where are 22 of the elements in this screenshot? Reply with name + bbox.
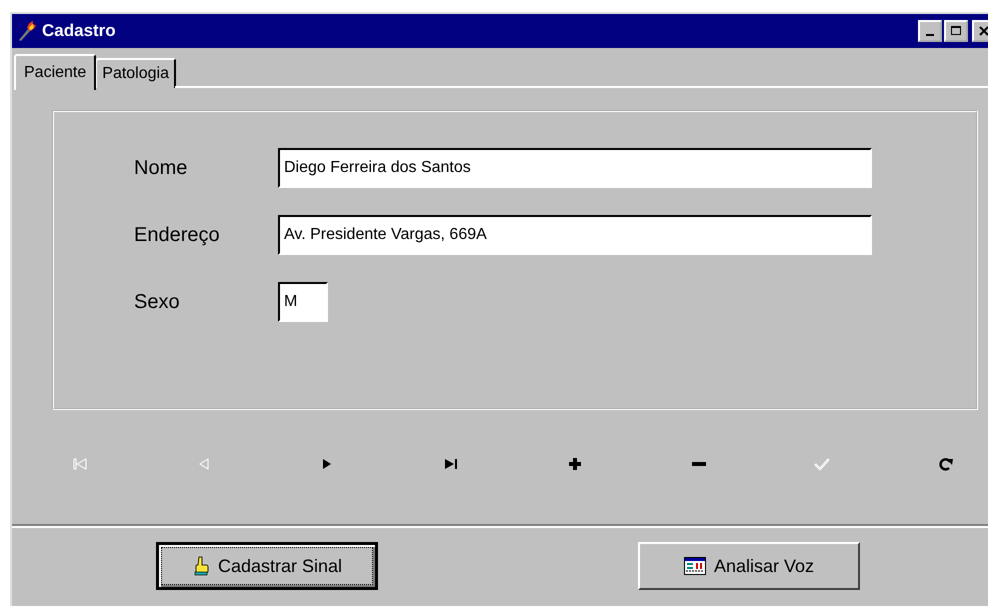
command-button[interactable]: Analisar Voz — [638, 542, 860, 590]
skip-start-icon — [71, 456, 89, 472]
text-field[interactable]: M — [278, 282, 328, 322]
checkmark-icon — [813, 456, 832, 472]
text-field[interactable]: Diego Ferreira dos Santos — [278, 148, 872, 188]
tab[interactable]: Paciente — [14, 54, 96, 90]
maximize-icon — [950, 25, 962, 37]
minimize-button[interactable] — [918, 20, 942, 42]
field-label: Endereço — [134, 224, 221, 246]
maximize-button[interactable] — [944, 20, 968, 42]
window-chart-icon — [684, 557, 706, 575]
hand-icon — [192, 556, 210, 576]
field-label: Nome — [134, 156, 188, 180]
close-icon — [978, 25, 988, 37]
command-button[interactable]: Cadastrar Sinal — [156, 542, 378, 590]
minimize-icon — [926, 34, 934, 36]
text-field[interactable]: Av. Presidente Vargas, 669A — [278, 215, 872, 255]
torch-icon — [16, 20, 38, 42]
window-title: Cadastro — [42, 21, 117, 41]
refresh-icon — [936, 456, 955, 472]
tab[interactable]: Patologia — [95, 58, 176, 88]
field-label: Sexo — [134, 290, 181, 314]
